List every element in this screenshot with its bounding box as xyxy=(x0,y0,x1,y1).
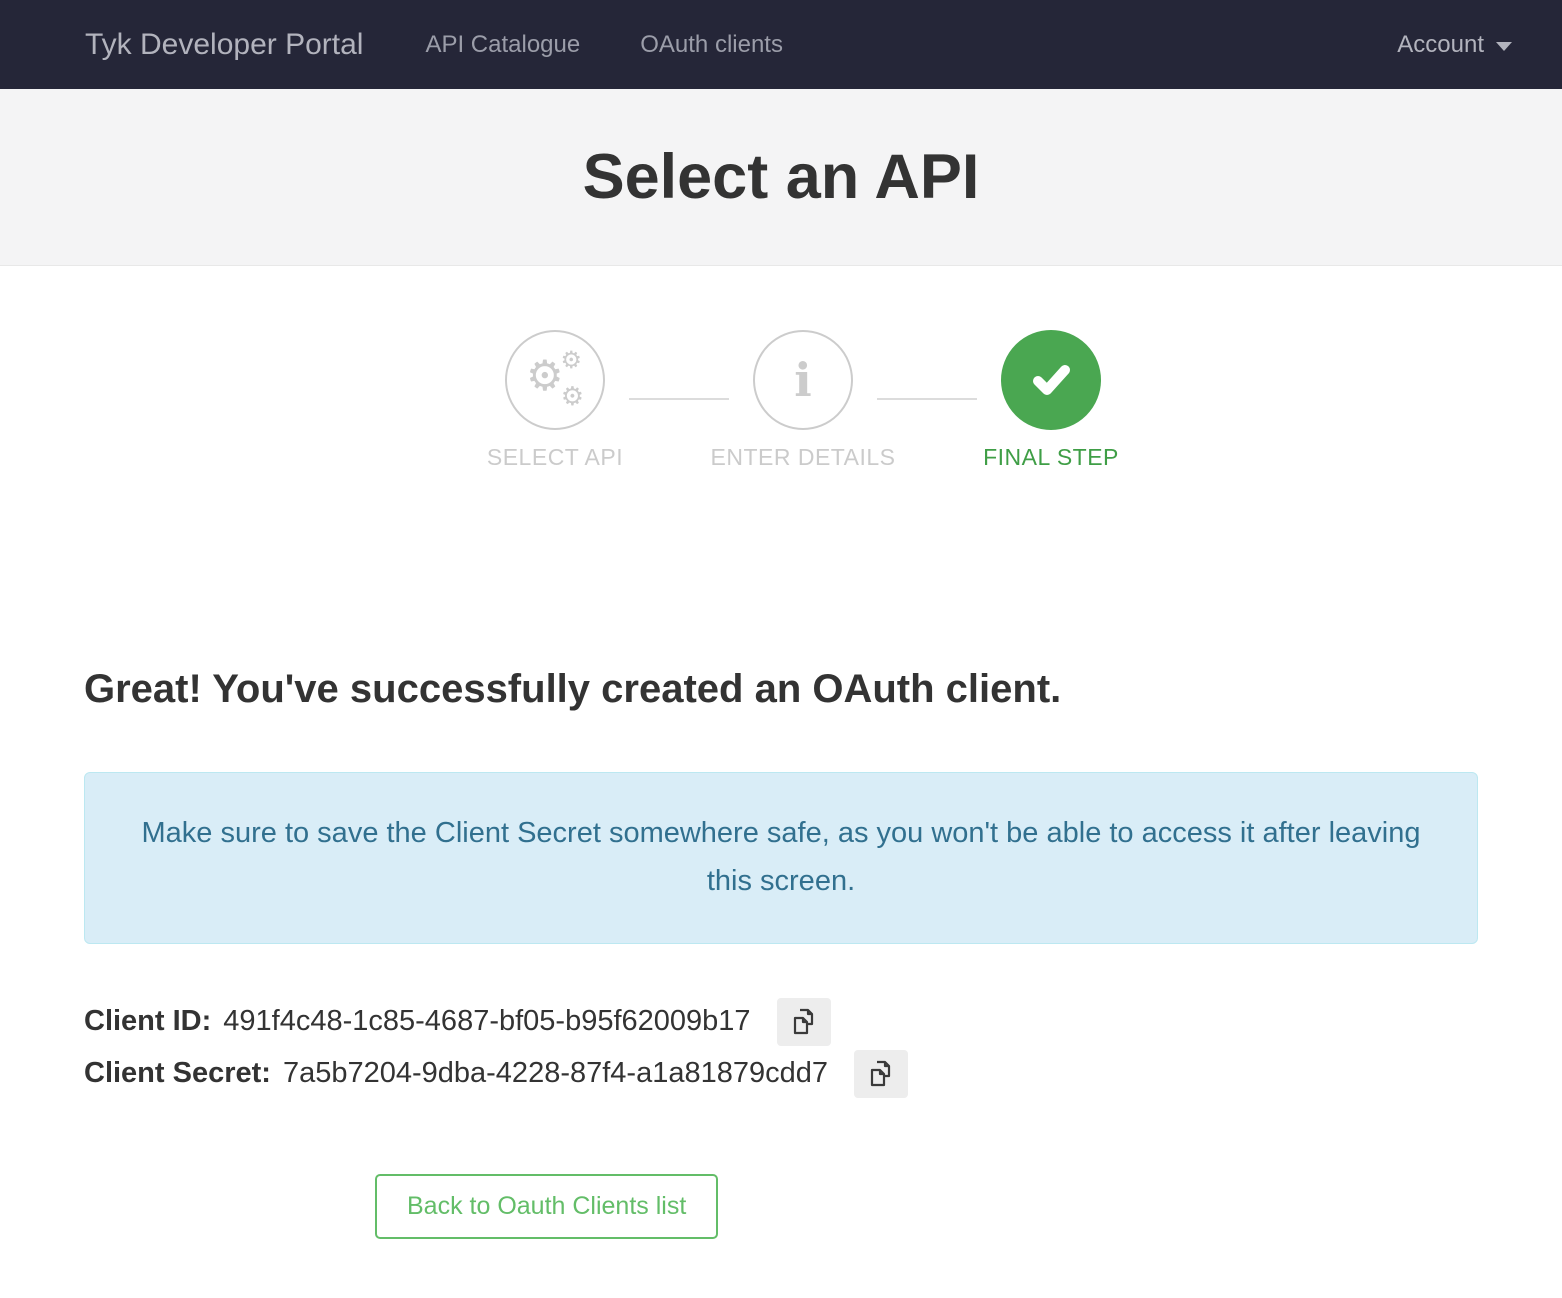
step-final-step-circle xyxy=(1001,330,1101,430)
secret-warning-alert: Make sure to save the Client Secret some… xyxy=(84,772,1478,944)
copy-icon xyxy=(790,1007,818,1037)
info-icon: i xyxy=(794,357,811,403)
credentials: Client ID: 491f4c48-1c85-4687-bf05-b95f6… xyxy=(84,998,1478,1098)
nav-link-api-catalogue[interactable]: API Catalogue xyxy=(425,31,580,59)
success-heading: Great! You've successfully created an OA… xyxy=(84,667,1478,712)
step-final-step: FINAL STEP xyxy=(1001,330,1101,471)
copy-icon xyxy=(867,1059,895,1089)
navbar: Tyk Developer Portal API Catalogue OAuth… xyxy=(0,0,1562,89)
page-title: Select an API xyxy=(583,141,980,213)
step-enter-details-label: ENTER DETAILS xyxy=(711,444,896,471)
account-menu[interactable]: Account xyxy=(1397,31,1512,59)
client-secret-label: Client Secret: xyxy=(84,1057,271,1090)
nav-links: API Catalogue OAuth clients xyxy=(425,31,783,59)
step-final-step-label: FINAL STEP xyxy=(983,444,1119,471)
gear-icon: ⚙ xyxy=(560,349,582,373)
step-select-api: ⚙ ⚙ ⚙ SELECT API xyxy=(505,330,605,471)
client-id-value: 491f4c48-1c85-4687-bf05-b95f62009b17 xyxy=(223,1005,750,1038)
gear-icon: ⚙ xyxy=(561,383,584,409)
stepper-connector xyxy=(629,398,729,400)
stepper-connector xyxy=(877,398,977,400)
brand-link[interactable]: Tyk Developer Portal xyxy=(85,28,363,62)
main-content: Great! You've successfully created an OA… xyxy=(0,667,1562,1239)
gear-icon: ⚙ xyxy=(526,355,564,397)
chevron-down-icon xyxy=(1496,42,1512,51)
check-icon xyxy=(1028,357,1074,403)
gears-icon: ⚙ ⚙ ⚙ xyxy=(526,353,584,407)
client-id-label: Client ID: xyxy=(84,1005,211,1038)
account-label: Account xyxy=(1397,31,1484,59)
step-enter-details-circle: i xyxy=(753,330,853,430)
client-id-row: Client ID: 491f4c48-1c85-4687-bf05-b95f6… xyxy=(84,998,1478,1046)
back-to-oauth-clients-button[interactable]: Back to Oauth Clients list xyxy=(375,1174,718,1239)
step-select-api-label: SELECT API xyxy=(487,444,623,471)
step-select-api-circle: ⚙ ⚙ ⚙ xyxy=(505,330,605,430)
page-header: Select an API xyxy=(0,89,1562,266)
client-secret-value: 7a5b7204-9dba-4228-87f4-a1a81879cdd7 xyxy=(283,1057,828,1090)
secret-warning-text: Make sure to save the Client Secret some… xyxy=(142,817,1421,897)
wizard-stepper: ⚙ ⚙ ⚙ SELECT API i ENTER DETAILS FINAL S… xyxy=(22,330,1562,471)
step-enter-details: i ENTER DETAILS xyxy=(753,330,853,471)
copy-client-id-button[interactable] xyxy=(777,998,831,1046)
copy-client-secret-button[interactable] xyxy=(854,1050,908,1098)
nav-link-oauth-clients[interactable]: OAuth clients xyxy=(640,31,783,59)
client-secret-row: Client Secret: 7a5b7204-9dba-4228-87f4-a… xyxy=(84,1050,1478,1098)
